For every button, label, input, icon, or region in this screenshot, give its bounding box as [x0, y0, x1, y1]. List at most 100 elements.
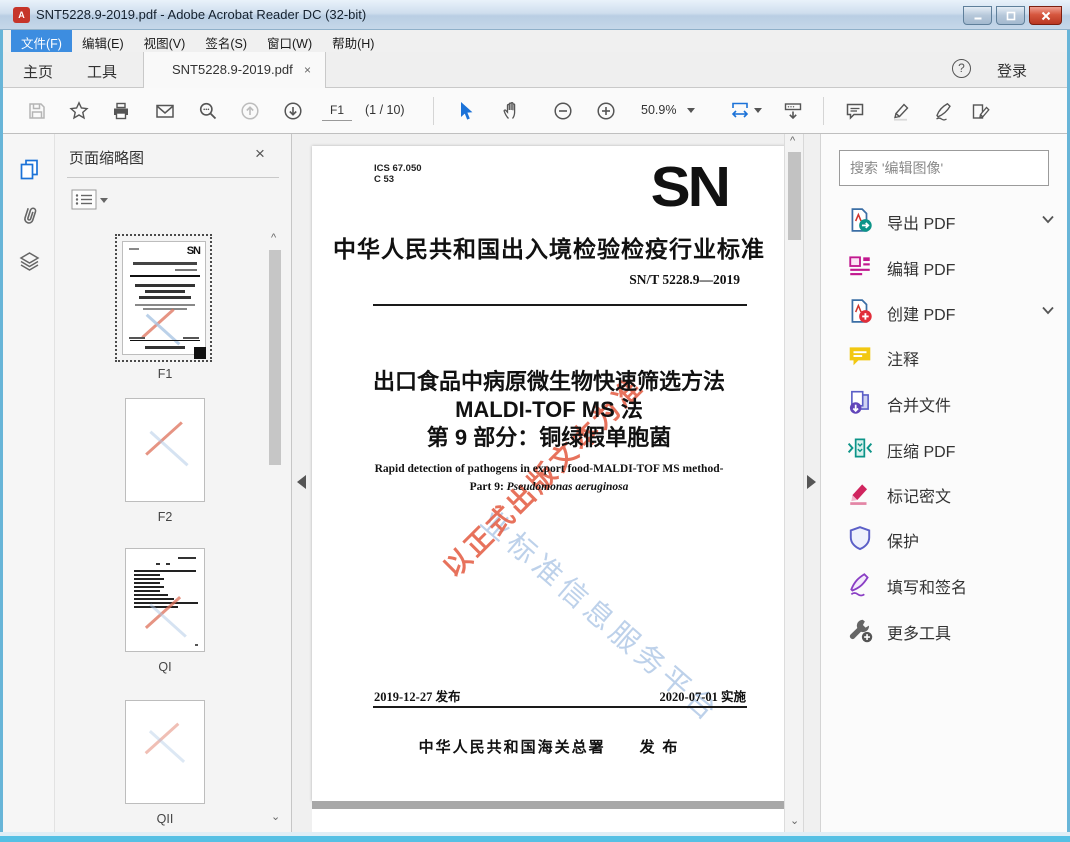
create-pdf-icon	[847, 298, 873, 324]
tool-fill-sign[interactable]: 填写和签名	[839, 562, 1061, 606]
highlighter-icon[interactable]	[891, 101, 911, 121]
thumbnail-label[interactable]: QI	[125, 660, 205, 674]
footer-rule	[373, 706, 747, 708]
sign-in-link[interactable]: 登录	[997, 60, 1027, 81]
page-thumbnail[interactable]: SN	[122, 241, 206, 355]
tool-label: 注释	[887, 346, 919, 370]
search-icon[interactable]	[198, 101, 218, 121]
tools-search-input[interactable]	[839, 150, 1049, 186]
star-favorites-icon[interactable]	[69, 101, 89, 121]
tools-panel: 导出 PDF 编辑 PDF 创建 PDF 注释 合并文件 压缩 PDF 标记密文	[820, 134, 1067, 832]
save-icon[interactable]	[27, 101, 47, 121]
close-icon	[1040, 10, 1051, 21]
page-thumbnails-rail-icon[interactable]	[18, 158, 41, 181]
toolbar-separator	[433, 97, 434, 125]
fit-width-icon[interactable]	[730, 101, 750, 121]
document-scrollbar[interactable]: ^ ⌄	[784, 134, 804, 832]
thumbnail-resize-handle[interactable]	[194, 347, 206, 359]
tool-more-tools[interactable]: 更多工具	[839, 608, 1061, 652]
zoom-dropdown-arrow[interactable]	[687, 108, 695, 113]
pdf-file-icon: A	[13, 7, 30, 23]
thumbnail-label[interactable]: F1	[125, 367, 205, 381]
panel-scrollbar-thumb[interactable]	[269, 250, 281, 465]
menu-edit[interactable]: 编辑(E)	[72, 30, 134, 52]
thumbnail-label[interactable]: F2	[125, 510, 205, 524]
tool-compress-pdf[interactable]: 压缩 PDF	[839, 426, 1061, 470]
page-number-input[interactable]: F1	[322, 101, 352, 121]
protect-shield-icon	[847, 525, 873, 551]
email-icon[interactable]	[155, 101, 175, 121]
document-view[interactable]: ICS 67.050 C 53 SN 中华人民共和国出入境检验检疫行业标准 SN…	[292, 134, 820, 832]
application-window: A SNT5228.9-2019.pdf - Adobe Acrobat Rea…	[0, 0, 1070, 842]
tool-edit-pdf[interactable]: 编辑 PDF	[839, 244, 1061, 288]
page-thumbnail[interactable]	[125, 398, 205, 502]
close-button[interactable]	[1029, 6, 1062, 25]
fill-sign-tool-icon[interactable]	[971, 101, 991, 121]
title-cn-line3: 第 9 部分：铜绿假单胞菌	[312, 420, 786, 452]
maximize-button[interactable]	[996, 6, 1025, 25]
minimize-icon	[972, 10, 983, 21]
main-toolbar: F1 (1 / 10) 50.9%	[3, 88, 1067, 134]
redact-icon	[847, 480, 873, 506]
zoom-in-icon[interactable]	[596, 101, 616, 121]
tool-export-pdf[interactable]: 导出 PDF	[839, 198, 1061, 242]
menu-window[interactable]: 窗口(W)	[257, 30, 322, 52]
page-thumbnail[interactable]	[125, 548, 205, 652]
zoom-level-value[interactable]: 50.9%	[641, 103, 676, 117]
edit-pdf-icon	[847, 253, 873, 279]
page-thumbnail[interactable]	[125, 700, 205, 804]
hand-tool-icon[interactable]	[501, 101, 521, 121]
page-separator	[312, 801, 786, 809]
tab-close-icon[interactable]: ×	[304, 63, 311, 77]
collapse-left-panel-arrow[interactable]	[297, 475, 306, 489]
collapse-right-panel-arrow[interactable]	[807, 475, 816, 489]
minimize-button[interactable]	[963, 6, 992, 25]
fit-dropdown-arrow[interactable]	[754, 108, 762, 113]
panel-close-icon[interactable]: ×	[255, 144, 265, 164]
tool-create-pdf[interactable]: 创建 PDF	[839, 289, 1061, 333]
reading-mode-icon[interactable]	[783, 101, 803, 121]
title-en-line2: Part 9: Pseudomonas aeruginosa	[312, 481, 786, 493]
window-border	[0, 836, 1070, 842]
print-icon[interactable]	[111, 101, 131, 121]
tab-document[interactable]: SNT5228.9-2019.pdf ×	[143, 52, 326, 88]
scroll-up-icon[interactable]: ^	[790, 135, 795, 147]
zoom-out-icon[interactable]	[553, 101, 573, 121]
tool-label: 合并文件	[887, 392, 951, 416]
help-button[interactable]: ?	[952, 59, 971, 78]
pdf-page-2[interactable]	[312, 809, 786, 832]
menu-view[interactable]: 视图(V)	[134, 30, 196, 52]
chevron-down-icon[interactable]	[1041, 304, 1055, 316]
panel-scroll-up-icon[interactable]: ^	[271, 232, 276, 244]
attachments-paperclip-icon[interactable]	[18, 204, 41, 227]
next-page-icon[interactable]	[283, 101, 303, 121]
page-count-label: (1 / 10)	[365, 103, 405, 117]
tool-comment[interactable]: 注释	[839, 334, 1061, 378]
select-pointer-icon[interactable]	[455, 101, 475, 121]
maximize-icon	[1005, 10, 1016, 21]
pdf-page-1[interactable]: ICS 67.050 C 53 SN 中华人民共和国出入境检验检疫行业标准 SN…	[312, 146, 786, 801]
menu-file[interactable]: 文件(F)	[11, 30, 72, 52]
tab-home[interactable]: 主页	[23, 61, 53, 82]
layers-icon[interactable]	[18, 250, 41, 273]
panel-scroll-down-icon[interactable]: ⌄	[271, 810, 280, 823]
tool-label: 压缩 PDF	[887, 438, 955, 462]
tool-protect[interactable]: 保护	[839, 516, 1061, 560]
tab-tools[interactable]: 工具	[87, 61, 117, 82]
comment-icon[interactable]	[845, 101, 865, 121]
tool-combine-files[interactable]: 合并文件	[839, 380, 1061, 424]
menu-help[interactable]: 帮助(H)	[322, 30, 384, 52]
menu-sign[interactable]: 签名(S)	[195, 30, 257, 52]
window-title: SNT5228.9-2019.pdf - Adobe Acrobat Reade…	[36, 7, 366, 22]
chevron-down-icon[interactable]	[1041, 213, 1055, 225]
scroll-down-icon[interactable]: ⌄	[790, 814, 799, 827]
certify-sign-icon[interactable]	[933, 101, 953, 121]
thumbnail-label[interactable]: QII	[125, 812, 205, 826]
standard-number: SN/T 5228.9—2019	[629, 272, 740, 288]
previous-page-icon	[240, 101, 260, 121]
title-en-line1: Rapid detection of pathogens in export f…	[312, 463, 786, 475]
title-bar[interactable]: A SNT5228.9-2019.pdf - Adobe Acrobat Rea…	[0, 0, 1070, 30]
thumbnail-options-button[interactable]	[71, 189, 109, 210]
tool-redact[interactable]: 标记密文	[839, 471, 1061, 515]
scrollbar-thumb[interactable]	[788, 152, 801, 240]
